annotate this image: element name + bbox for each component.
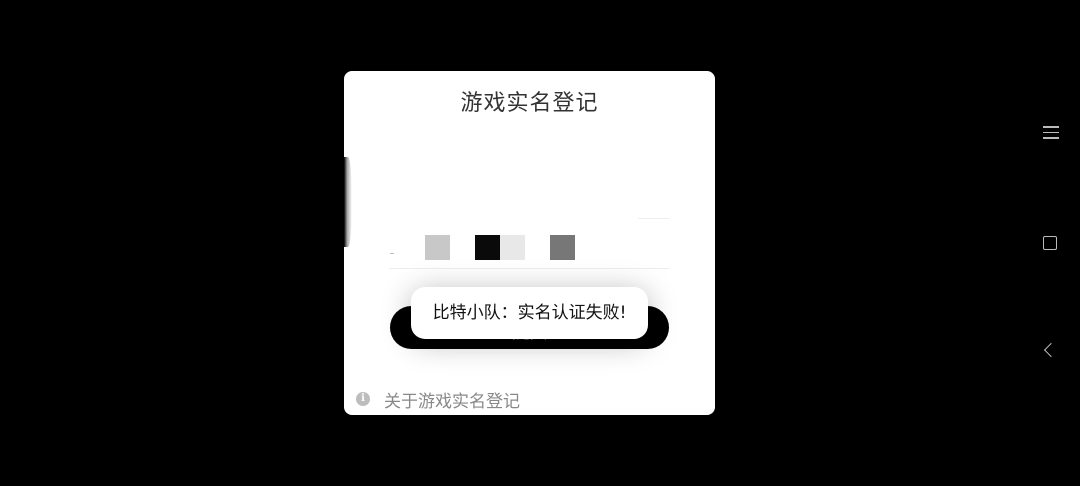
info-icon: i — [356, 392, 370, 406]
field-cursor-mark — [390, 253, 394, 254]
masked-block — [475, 235, 500, 260]
masked-block — [425, 235, 450, 260]
home-icon[interactable] — [1043, 236, 1057, 250]
screen: 游戏实名登记 提交 i 关于游戏实名登记 比特小队：实名认证失败! — [0, 0, 1080, 486]
about-registration-link[interactable]: i 关于游戏实名登记 — [356, 387, 520, 412]
toast-message: 比特小队：实名认证失败! — [411, 287, 648, 339]
id-number-field[interactable] — [390, 235, 590, 261]
scroll-edge-shadow — [344, 157, 352, 247]
menu-icon[interactable] — [1043, 126, 1059, 140]
masked-block — [550, 235, 575, 260]
name-field-underline[interactable] — [638, 218, 669, 219]
id-field-underline — [389, 268, 669, 269]
masked-block — [500, 235, 525, 260]
dialog-title: 游戏实名登记 — [460, 91, 599, 116]
about-label: 关于游戏实名登记 — [384, 391, 520, 412]
real-name-registration-dialog: 游戏实名登记 提交 i 关于游戏实名登记 — [344, 71, 715, 415]
back-icon[interactable] — [1043, 342, 1059, 358]
